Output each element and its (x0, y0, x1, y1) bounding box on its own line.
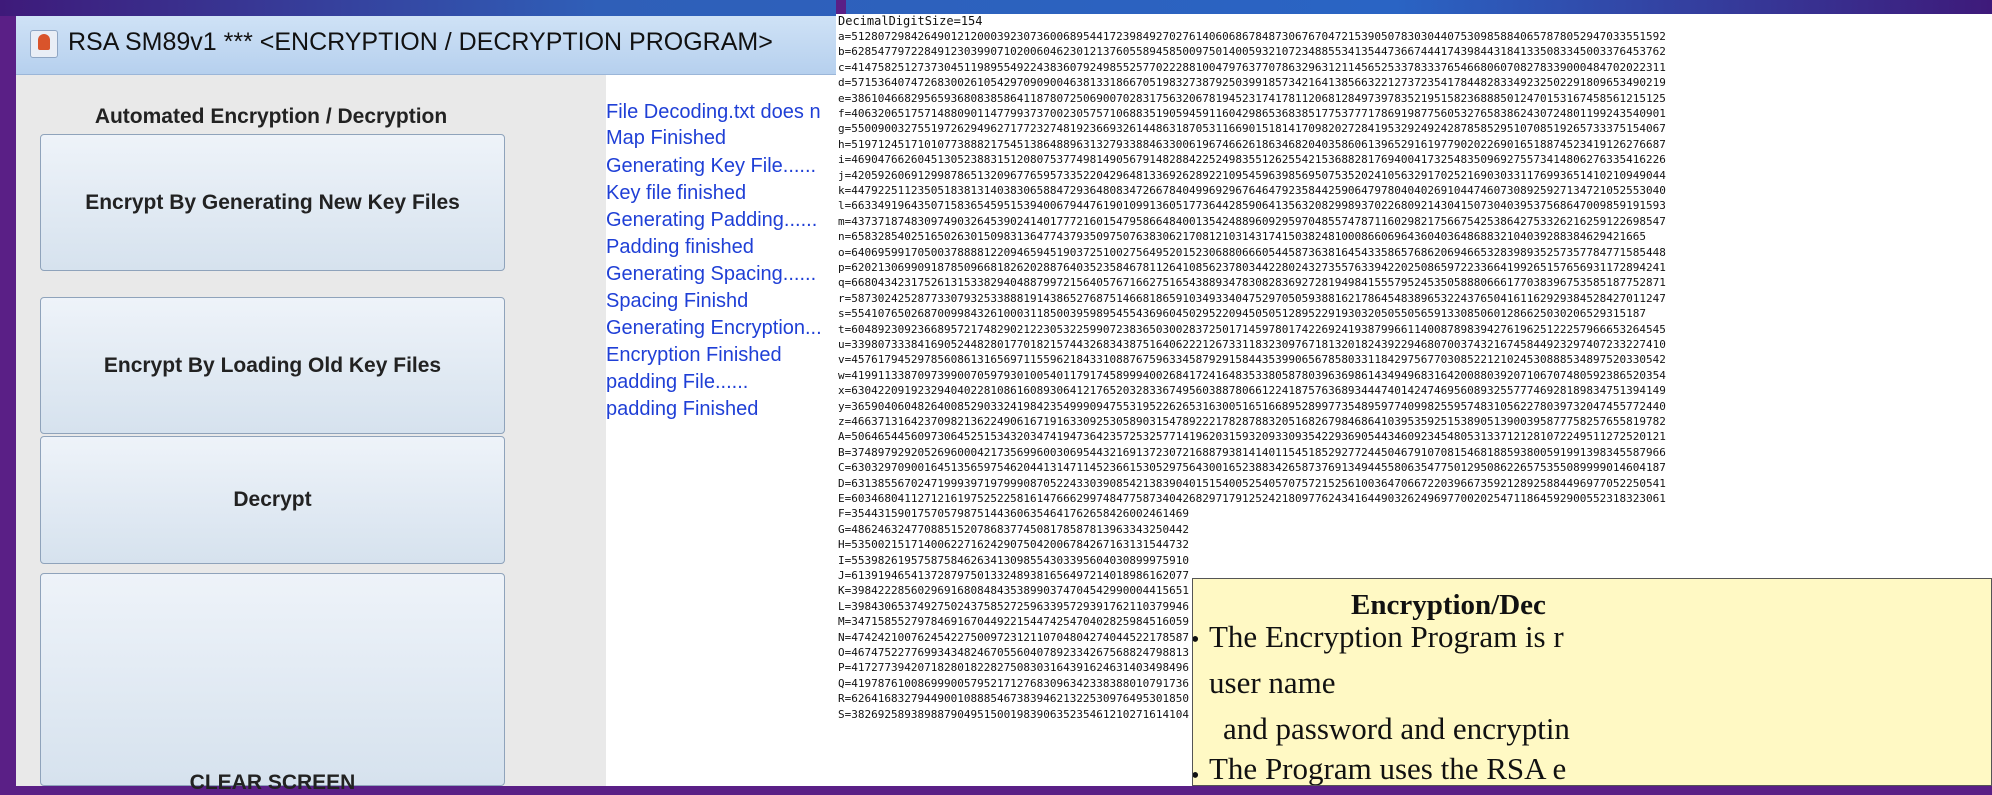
key-value-line: R=62641683279449001088854673839462132253… (838, 692, 1189, 706)
log-line: Generating Spacing...... (606, 263, 817, 285)
key-value-line: e=38610466829565936808385864118780725069… (838, 91, 1666, 105)
key-value-line: g=55009003275519726294962717723274819236… (838, 122, 1666, 136)
clear-screen-label: CLEAR SCREEN (189, 771, 356, 794)
key-value-line: n=65832854025165026301509831364774379350… (838, 230, 1646, 244)
key-value-line: L=39843065374927502437585272596339572939… (838, 599, 1189, 613)
key-value-line: k=44792251123505183813140383065884729364… (838, 184, 1666, 197)
notes-line: The Program uses the RSA e (1209, 751, 1567, 786)
key-value-line: b=62854779722849123039907102006046230121… (838, 45, 1666, 59)
control-panel: Automated Encryption / Decryption Encryp… (16, 75, 606, 794)
panel-heading: Automated Encryption / Decryption (94, 105, 448, 128)
clear-screen-button[interactable]: CLEAR SCREEN (40, 573, 505, 794)
key-value-line: o=64069599170500378888122094659451903725… (838, 245, 1666, 259)
key-value-line: E=60346804112712161975252258161476662997… (838, 492, 1666, 505)
key-value-line: v=45761794529785608613165697115596218433… (838, 353, 1666, 367)
key-value-line: x=63042209192329404022810861608930641217… (838, 384, 1666, 398)
key-value-line: D=63138556702471999397197999087052243303… (838, 476, 1666, 490)
notes-line: The Encryption Program is r (1209, 619, 1564, 654)
key-value-line: G=48624632477088515207868377450817858781… (838, 522, 1189, 536)
app-window: RSA SM89v1 *** <ENCRYPTION / DECRYPTION … (16, 16, 846, 794)
key-value-line: Q=41978761008699900579521712768309634233… (838, 676, 1189, 690)
key-value-line: a=51280729842649012120003923073600689544… (838, 30, 1666, 43)
key-value-line: s=55410765026870099843261000311850039598… (838, 307, 1646, 321)
log-line: Generating Padding...... (606, 209, 818, 231)
key-value-line: i=46904766260451305238831512080753774981… (838, 153, 1666, 167)
key-value-line: N=47424210076245422750097231211070480427… (838, 630, 1189, 644)
key-value-line: r=58730242528773307932533888191438652768… (838, 291, 1666, 305)
key-value-line: y=36590406048264008529033241984235499909… (838, 399, 1666, 413)
key-value-line: c=41475825127373045119895549224383607924… (838, 60, 1666, 74)
log-line: Map Finished (606, 127, 727, 149)
log-line: padding Finished (606, 398, 759, 420)
key-value-line: I=55398261957587584626341309855430339560… (838, 553, 1189, 567)
notes-title: Encryption/Dec (1351, 589, 1546, 621)
key-value-line: K=39842228560296916808484353899037470454… (838, 584, 1189, 598)
key-value-line: B=37489792920526960004217356996003069544… (838, 445, 1666, 459)
bullet-icon: • (1193, 763, 1199, 785)
window-title: RSA SM89v1 *** <ENCRYPTION / DECRYPTION … (68, 28, 773, 56)
log-line: Encryption Finished (606, 344, 782, 366)
key-value-line: F=35443159017570579875144360635464176265… (838, 507, 1189, 521)
key-value-line: P=41727739420718280182282750830316439162… (838, 661, 1189, 675)
digit-size-header: DecimalDigitSize=154 (838, 14, 983, 28)
log-line: Generating Encryption... (606, 317, 822, 339)
key-value-line: J=61391946541372879750133248938165649721… (838, 569, 1189, 582)
log-line: Generating Key File...... (606, 155, 817, 177)
notes-callout: Encryption/Dec • The Encryption Program … (1192, 578, 1992, 786)
key-value-line: O=46747522776993434824670556040789233426… (838, 646, 1189, 659)
key-value-line: u=33980733384169052448280177018215744326… (838, 338, 1666, 351)
key-value-line: f=40632065175714880901147799373700230575… (838, 107, 1666, 120)
java-cup-icon (30, 30, 58, 58)
key-value-line: j=42059260691299878651320967765957335220… (838, 168, 1666, 182)
log-line: Key file finished (606, 182, 747, 204)
encrypt-old-keys-button[interactable]: Encrypt By Loading Old Key Files (40, 297, 505, 434)
key-value-line: p=62021306990918785096681826202887640352… (838, 261, 1666, 274)
key-value-line: C=63032970900164513565975462044131471145… (838, 461, 1666, 475)
key-value-line: M=34715855279784691670449221544742547040… (838, 615, 1189, 629)
log-output: File Decoding.txt does n Map Finished Ge… (606, 75, 846, 786)
title-bar: RSA SM89v1 *** <ENCRYPTION / DECRYPTION … (16, 16, 846, 75)
key-value-line: H=53500215171400622716242907504200678426… (838, 538, 1189, 552)
key-value-line: l=66334919643507158365459515394006794476… (838, 199, 1666, 213)
log-line: Padding finished (606, 236, 754, 258)
decrypt-button[interactable]: Decrypt (40, 436, 505, 564)
key-value-line: h=51971245171010773888217545138648896313… (838, 137, 1666, 151)
log-line: File Decoding.txt does n (606, 101, 821, 123)
key-value-line: S=38269258938988790495150019839063523546… (838, 707, 1189, 721)
encrypt-new-keys-button[interactable]: Encrypt By Generating New Key Files (40, 134, 505, 271)
notes-line: user name (1209, 665, 1336, 700)
key-value-line: q=66804342317526131533829404887997215640… (838, 276, 1666, 290)
bullet-icon: • (1193, 627, 1199, 654)
key-value-line: A=50646544560973064525153432034741947364… (838, 430, 1666, 444)
key-value-line: t=60489230923668957217482902122305322599… (838, 322, 1666, 336)
notes-line: and password and encryptin (1223, 711, 1570, 746)
log-line: padding File...... (606, 371, 749, 393)
key-value-line: w=41991133870973990070597930100540117917… (838, 368, 1666, 382)
key-value-line: d=57153640747268300261054297090900463813… (838, 76, 1666, 90)
log-line: Spacing Finishd (606, 290, 749, 312)
key-value-line: z=46637131642370982136224906167191633092… (838, 415, 1666, 428)
key-value-line: m=43737187483097490326453902414017772160… (838, 214, 1666, 228)
